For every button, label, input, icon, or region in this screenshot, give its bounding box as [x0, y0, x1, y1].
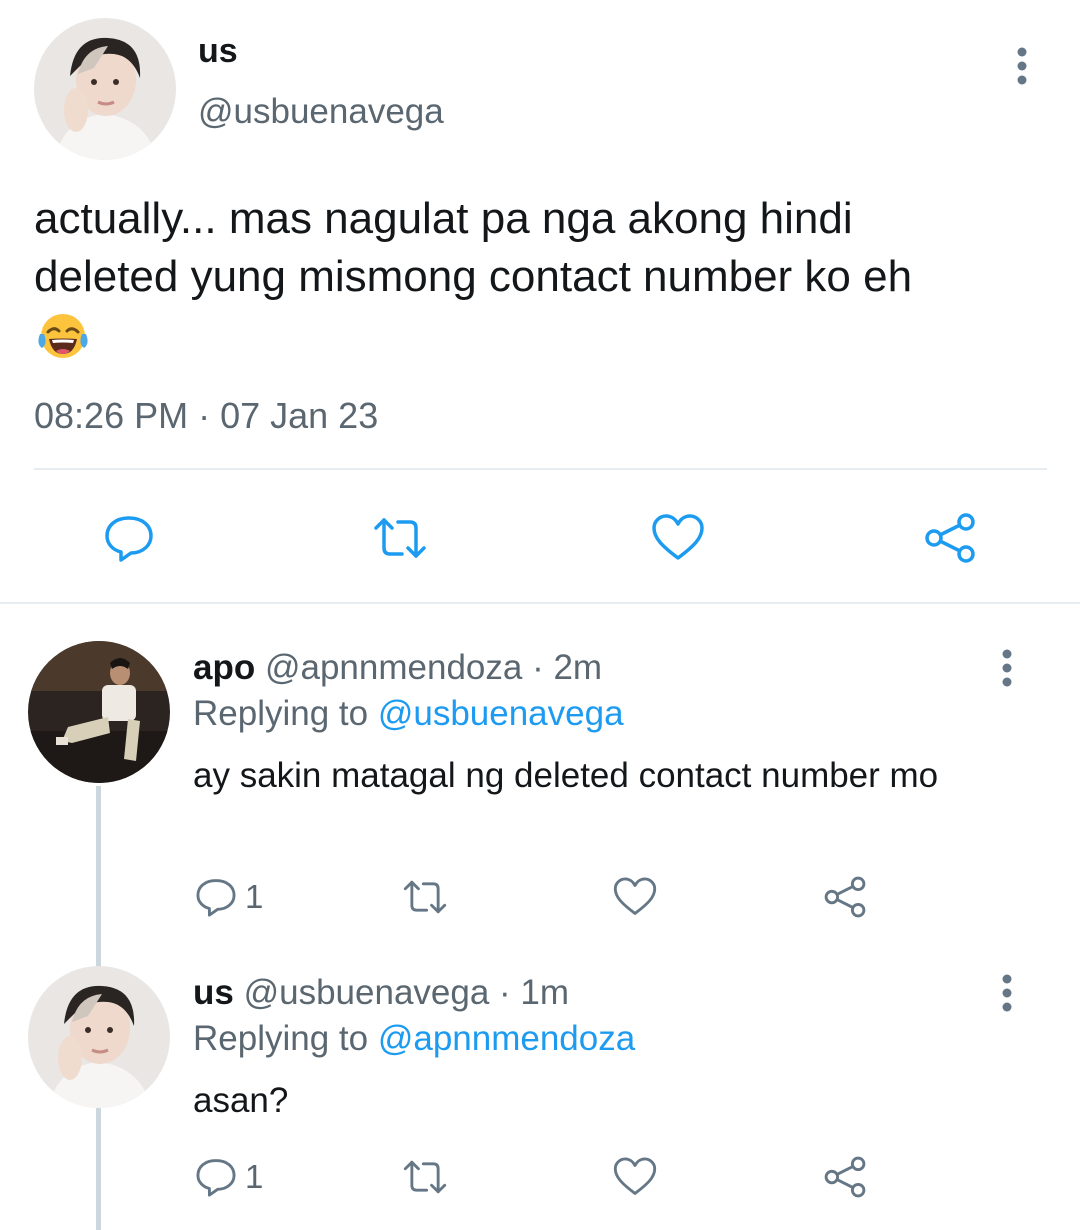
reply-text: asan?: [193, 1081, 289, 1120]
replying-to: Replying to @apnnmendoza: [193, 1019, 635, 1059]
more-options-icon[interactable]: [990, 973, 1024, 1013]
like-icon: [613, 877, 657, 915]
reply-header: us @usbuenavega · 1m: [193, 973, 569, 1013]
share-button[interactable]: [822, 1154, 868, 1200]
reply-icon: [196, 1159, 236, 1197]
share-icon[interactable]: [922, 510, 978, 566]
reply-button[interactable]: 1: [193, 874, 263, 920]
more-options-icon[interactable]: [990, 648, 1024, 688]
like-icon[interactable]: [650, 510, 706, 566]
replying-to-mention[interactable]: @apnnmendoza: [378, 1019, 635, 1058]
display-name[interactable]: us: [193, 973, 234, 1012]
share-button[interactable]: [822, 874, 868, 920]
reply-icon[interactable]: [101, 510, 157, 566]
retweet-icon: [403, 1160, 447, 1194]
tweet-detail-page: us @usbuenavega actually... mas nagulat …: [0, 0, 1080, 1230]
display-name[interactable]: us: [198, 32, 238, 71]
reply-header: apo @apnnmendoza · 2m: [193, 648, 602, 688]
main-tweet: us @usbuenavega actually... mas nagulat …: [0, 0, 1080, 603]
replying-to-label: Replying to: [193, 694, 378, 733]
reply-icon: [196, 879, 236, 917]
retweet-icon[interactable]: [372, 510, 428, 566]
face-with-tears-of-joy-emoji: [38, 314, 88, 358]
tweet-text-line: actually... mas nagulat pa nga akong hin…: [34, 194, 853, 243]
reply-button[interactable]: 1: [193, 1154, 263, 1200]
reply-text: ay sakin matagal ng deleted contact numb…: [193, 756, 939, 795]
replying-to-mention[interactable]: @usbuenavega: [378, 694, 624, 733]
section-divider: [0, 602, 1080, 604]
more-options-icon[interactable]: [1005, 46, 1039, 86]
retweet-button[interactable]: [402, 874, 448, 920]
tweet-timestamp[interactable]: 08:26 PM · 07 Jan 23: [34, 395, 378, 437]
retweet-icon: [403, 880, 447, 914]
avatar[interactable]: [28, 966, 170, 1108]
avatar[interactable]: [34, 18, 176, 160]
avatar[interactable]: [28, 641, 170, 783]
user-handle[interactable]: @usbuenavega: [244, 973, 490, 1012]
like-button[interactable]: [612, 874, 658, 920]
like-icon: [613, 1157, 657, 1195]
tweet-text-line: deleted yung mismong contact number ko e…: [34, 252, 913, 301]
reply-time: · 2m: [532, 648, 603, 687]
like-button[interactable]: [612, 1154, 658, 1200]
share-icon: [824, 1156, 866, 1198]
user-handle[interactable]: @usbuenavega: [198, 92, 444, 132]
retweet-button[interactable]: [402, 1154, 448, 1200]
reply-count: 1: [245, 1158, 264, 1195]
reply-time: · 1m: [499, 973, 570, 1012]
user-handle[interactable]: @apnnmendoza: [265, 648, 522, 687]
share-icon: [824, 876, 866, 918]
replying-to-label: Replying to: [193, 1019, 378, 1058]
reply-count: 1: [245, 878, 264, 915]
replying-to: Replying to @usbuenavega: [193, 694, 624, 734]
display-name[interactable]: apo: [193, 648, 255, 687]
tweet-text: actually... mas nagulat pa nga akong hin…: [34, 190, 1054, 364]
divider: [34, 468, 1047, 470]
